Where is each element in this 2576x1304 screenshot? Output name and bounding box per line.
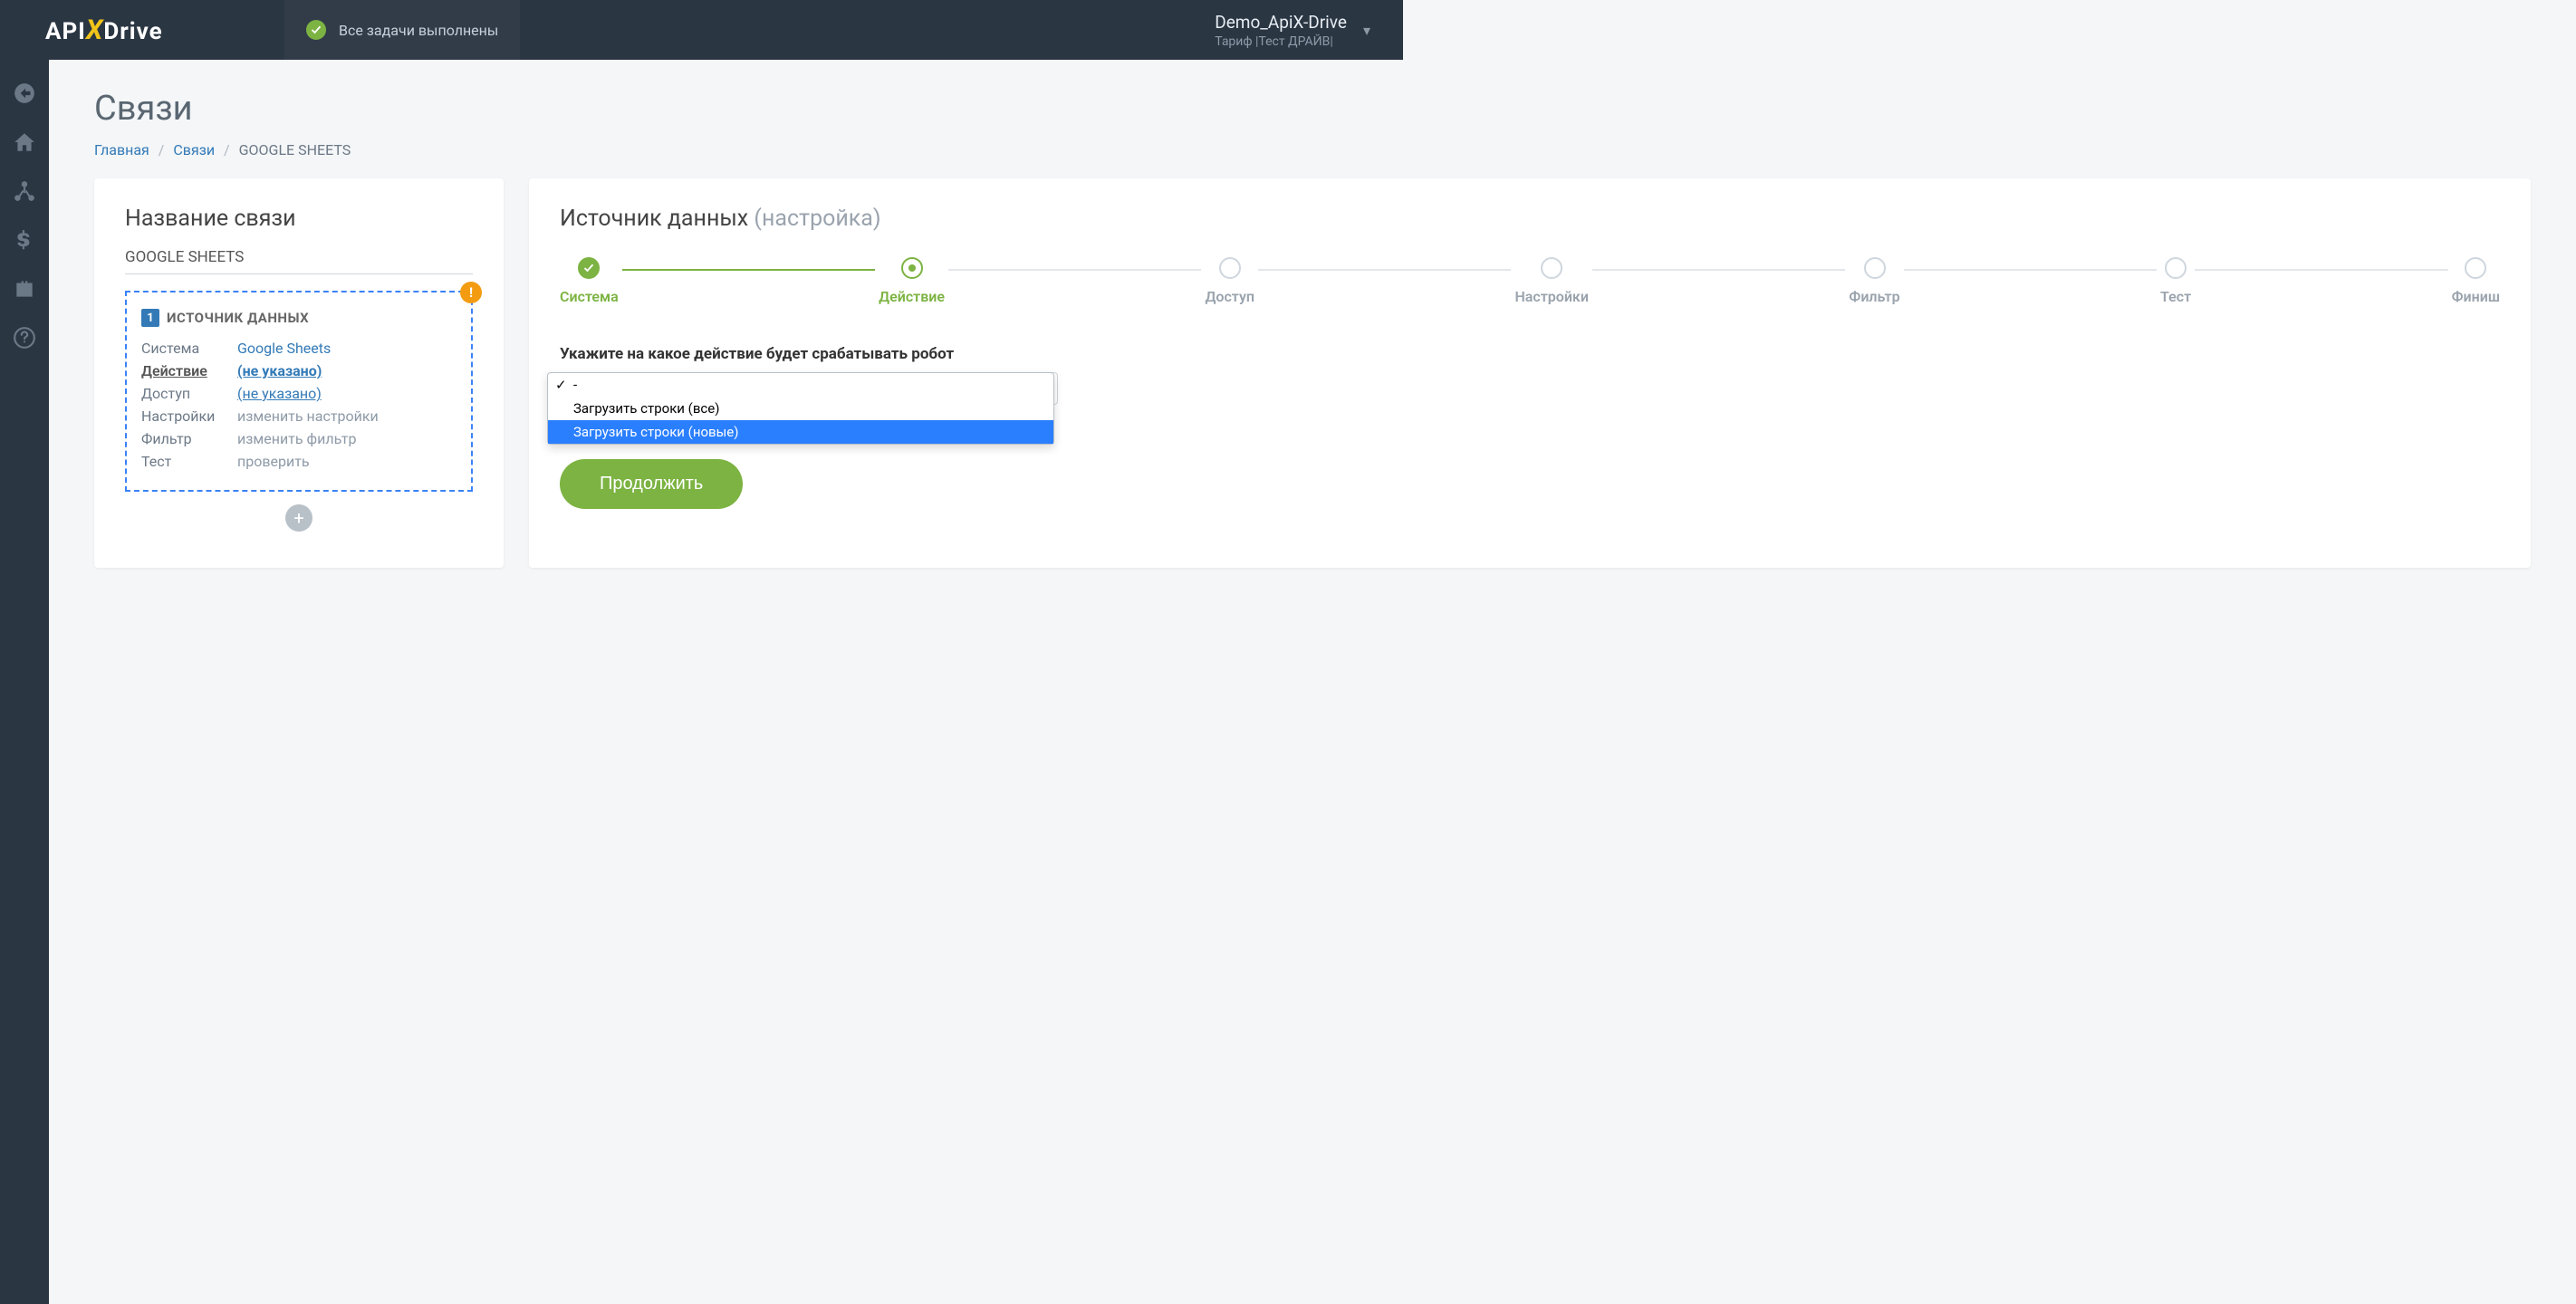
- source-number: 1: [141, 309, 159, 327]
- stepper: Система Действие Доступ Настройки Фильтр…: [560, 257, 2500, 305]
- breadcrumb-home[interactable]: Главная: [94, 141, 149, 158]
- step-system[interactable]: Система: [560, 257, 619, 305]
- source-setup-title: Источник данных (настройка): [560, 206, 2500, 232]
- content: Связи Главная / Связи / GOOGLE SHEETS На…: [49, 60, 2576, 1304]
- step-action[interactable]: Действие: [879, 257, 945, 305]
- src-filter[interactable]: изменить фильтр: [237, 430, 356, 447]
- header: APIXDrive Все задачи выполнены Demo_ApiX…: [0, 0, 1403, 60]
- status-text: Все задачи выполнены: [339, 22, 498, 39]
- chevron-down-icon: ▾: [1363, 22, 1370, 39]
- step-test[interactable]: Тест: [2160, 257, 2191, 305]
- card-connection: Название связи GOOGLE SHEETS ! 1 ИСТОЧНИ…: [94, 178, 504, 568]
- breadcrumb-current: GOOGLE SHEETS: [239, 141, 351, 158]
- src-system[interactable]: Google Sheets: [237, 340, 331, 357]
- src-test[interactable]: проверить: [237, 453, 310, 470]
- add-destination-button[interactable]: +: [285, 504, 312, 532]
- dropdown-option[interactable]: -: [548, 373, 1053, 397]
- logo[interactable]: APIXDrive: [0, 14, 284, 46]
- breadcrumb-links[interactable]: Связи: [173, 141, 215, 158]
- step-settings[interactable]: Настройки: [1514, 257, 1589, 305]
- sidebar-item-enter[interactable]: [0, 69, 49, 118]
- connection-name[interactable]: GOOGLE SHEETS: [125, 248, 473, 274]
- sidebar-item-billing[interactable]: [0, 216, 49, 264]
- sidebar: [0, 60, 49, 1304]
- step-filter[interactable]: Фильтр: [1849, 257, 1899, 305]
- src-access[interactable]: (не указано): [237, 385, 322, 402]
- connection-heading: Название связи: [125, 206, 473, 232]
- status-pill: Все задачи выполнены: [284, 0, 520, 60]
- user-name: Demo_ApiX-Drive: [1215, 12, 1347, 33]
- alert-icon: !: [460, 282, 482, 303]
- dropdown-option[interactable]: Загрузить строки (все): [548, 397, 1053, 420]
- step-access[interactable]: Доступ: [1205, 257, 1254, 305]
- sidebar-item-briefcase[interactable]: [0, 264, 49, 313]
- user-menu[interactable]: Demo_ApiX-Drive Тариф |Тест ДРАЙВ| ▾: [1215, 12, 1403, 49]
- src-action[interactable]: (не указано): [237, 362, 322, 379]
- step-finish[interactable]: Финиш: [2452, 257, 2500, 305]
- user-tariff: Тариф |Тест ДРАЙВ|: [1215, 34, 1347, 49]
- breadcrumb: Главная / Связи / GOOGLE SHEETS: [94, 141, 2531, 158]
- action-field-label: Укажите на какое действие будет срабатыв…: [560, 345, 2500, 363]
- card-source-setup: Источник данных (настройка) Система Дейс…: [529, 178, 2531, 568]
- sidebar-item-connections[interactable]: [0, 167, 49, 216]
- source-box: ! 1 ИСТОЧНИК ДАННЫХ СистемаGoogle Sheets…: [125, 291, 473, 492]
- continue-button[interactable]: Продолжить: [560, 459, 743, 509]
- dropdown-option[interactable]: Загрузить строки (новые): [548, 420, 1053, 444]
- page-title: Связи: [94, 89, 2531, 129]
- src-settings[interactable]: изменить настройки: [237, 408, 379, 425]
- action-dropdown: - Загрузить строки (все) Загрузить строк…: [547, 372, 1054, 445]
- check-icon: [306, 20, 326, 40]
- sidebar-item-help[interactable]: [0, 313, 49, 362]
- source-title: ИСТОЧНИК ДАННЫХ: [167, 310, 309, 326]
- sidebar-item-home[interactable]: [0, 118, 49, 167]
